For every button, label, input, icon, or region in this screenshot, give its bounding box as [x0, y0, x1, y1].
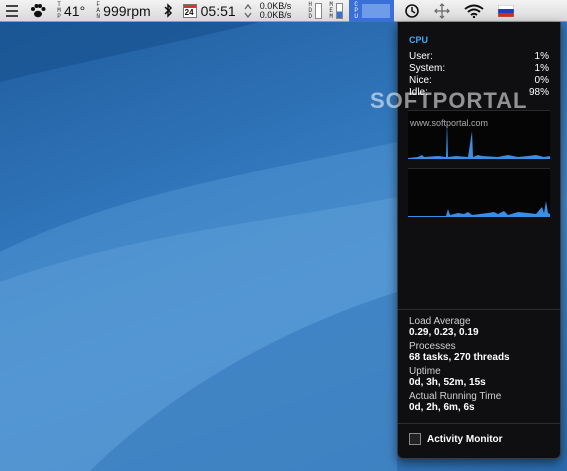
- fan-menu[interactable]: FAN 999rpm: [95, 0, 150, 22]
- hdd-gauge-icon: [315, 2, 323, 19]
- activity-monitor-label: Activity Monitor: [427, 433, 503, 445]
- panel-title: CPU: [409, 35, 429, 45]
- wifi-icon[interactable]: [464, 0, 484, 22]
- stat-user: User: 1%: [409, 51, 549, 62]
- processes-value: 68 tasks, 270 threads: [409, 352, 510, 363]
- watermark-title: SOFTPORTAL: [370, 88, 528, 113]
- stat-label: System:: [409, 63, 446, 74]
- cpu-history-graph-2: [408, 168, 550, 217]
- stat-label: Nice:: [409, 75, 432, 86]
- menubar-list-icon[interactable]: [6, 0, 18, 22]
- bluetooth-icon[interactable]: [163, 0, 173, 22]
- stat-value: 1%: [534, 63, 549, 74]
- network-download-rate: 0.0KB/s: [259, 9, 292, 20]
- calendar-icon: 24: [182, 3, 197, 18]
- fan-label: FAN: [96, 0, 100, 20]
- processes-label: Processes: [409, 341, 456, 352]
- memory-label: MEM: [329, 0, 334, 20]
- fan-value: 999rpm: [103, 2, 151, 19]
- activity-monitor-icon: [409, 433, 421, 445]
- temperature-menu[interactable]: TMP 41°: [56, 0, 85, 22]
- stat-label: User:: [409, 51, 433, 62]
- memory-gauge-icon: [336, 2, 344, 19]
- updown-arrows-icon: [244, 3, 252, 18]
- divider: [398, 423, 560, 424]
- hdd-menu[interactable]: HDD: [307, 0, 323, 22]
- cpu-usage-bar: [362, 3, 391, 18]
- temperature-label: TMP: [57, 0, 61, 20]
- load-average-value: 0.29, 0.23, 0.19: [409, 327, 479, 338]
- stat-system: System: 1%: [409, 63, 549, 74]
- divider: [398, 309, 560, 310]
- memory-menu[interactable]: MEM: [328, 0, 344, 22]
- network-menu[interactable]: 0.0KB/s 0.0KB/s: [244, 0, 292, 22]
- cpu-label: CPU: [354, 0, 359, 20]
- stat-value: 0%: [534, 75, 549, 86]
- stat-value: 1%: [534, 51, 549, 62]
- temperature-value: 41°: [64, 2, 86, 19]
- move-arrows-icon[interactable]: [434, 0, 451, 22]
- time-machine-icon[interactable]: [404, 0, 420, 22]
- uptime-label: Uptime: [409, 366, 441, 377]
- flag-icon[interactable]: [498, 0, 515, 22]
- menubar: TMP 41° FAN 999rpm 24 05:51 0.0KB/s 0.0K…: [0, 0, 567, 22]
- stat-value: 98%: [528, 87, 549, 98]
- running-time-value: 0d, 2h, 6m, 6s: [409, 402, 475, 413]
- paw-icon[interactable]: [30, 0, 46, 22]
- uptime-value: 0d, 3h, 52m, 15s: [409, 377, 486, 388]
- calendar-clock-menu[interactable]: 24 05:51: [182, 0, 236, 22]
- calendar-day: 24: [184, 7, 194, 17]
- hdd-label: HDD: [308, 0, 313, 20]
- watermark-url: www.softportal.com: [410, 118, 489, 128]
- cpu-menu[interactable]: CPU: [349, 0, 395, 22]
- stat-nice: Nice: 0%: [409, 75, 549, 86]
- activity-monitor-button[interactable]: Activity Monitor: [409, 433, 503, 445]
- running-time-label: Actual Running Time: [409, 391, 502, 402]
- clock-time: 05:51: [200, 2, 236, 19]
- load-average-label: Load Average: [409, 316, 471, 327]
